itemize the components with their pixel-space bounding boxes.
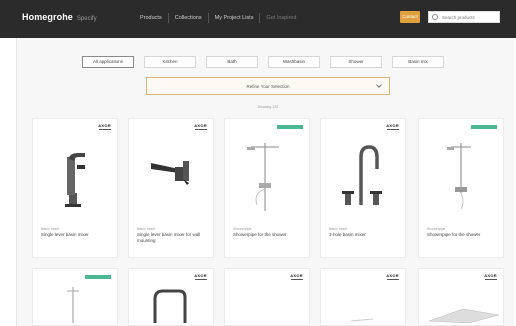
product-category: Basin mixer xyxy=(329,227,348,231)
product-card[interactable]: AXOR Basin mixer Single lever basin mixe… xyxy=(128,118,214,258)
product-category: Basin mixer xyxy=(41,227,60,231)
showerpipe-hand-image xyxy=(447,143,471,210)
tab-washbasin[interactable]: Washbasin xyxy=(268,56,320,68)
product-name: Showerpipe for the shower xyxy=(233,232,287,237)
refine-selection-dropdown[interactable]: Refine Your Selection xyxy=(146,77,390,95)
axor-logo: AXOR xyxy=(484,273,497,280)
axor-logo: AXOR xyxy=(386,273,399,280)
brand-name: Homegrohe xyxy=(22,12,73,22)
tab-bath[interactable]: Bath xyxy=(206,56,258,68)
three-hole-mixer-image xyxy=(342,145,382,205)
product-category: Basin mixer xyxy=(137,227,156,231)
new-badge xyxy=(85,275,111,279)
product-name: Single lever basin mixer for wall mounti… xyxy=(137,232,201,243)
axor-logo: AXOR xyxy=(290,273,303,280)
product-name: 3-hole basin mixer xyxy=(329,232,366,237)
axor-logo: AXOR xyxy=(98,123,111,130)
tab-shower[interactable]: Shower xyxy=(330,56,382,68)
product-category: Showerpipe xyxy=(233,227,252,231)
product-card[interactable]: AXOR xyxy=(418,268,504,326)
new-badge xyxy=(471,125,497,129)
search-icon xyxy=(432,14,438,20)
product-card[interactable]: AXOR xyxy=(224,268,310,326)
tall-spout-image xyxy=(153,289,187,323)
search-input[interactable] xyxy=(442,13,500,21)
axor-logo: AXOR xyxy=(386,123,399,130)
product-name: Single lever basin mixer xyxy=(41,232,89,237)
product-card[interactable]: AXOR Basin mixer 3-hole basin mixer xyxy=(320,118,406,258)
wall-mixer-image xyxy=(151,161,189,185)
search-box[interactable] xyxy=(428,11,500,23)
product-card[interactable]: AXOR Basin mixer Single lever basin mixe… xyxy=(32,118,118,258)
contact-button[interactable]: Contact xyxy=(400,11,420,23)
product-category: Showerpipe xyxy=(427,227,446,231)
refine-selection-label: Refine Your Selection xyxy=(246,83,290,89)
brand[interactable]: Homegrohe Specify xyxy=(22,12,97,22)
tab-basin-mix[interactable]: Basin mix xyxy=(392,56,444,68)
tab-all-applications[interactable]: All applications xyxy=(82,56,134,68)
nav-link-inspired[interactable]: Get Inspired xyxy=(260,13,302,23)
product-card[interactable] xyxy=(32,268,118,326)
showerhead-image xyxy=(67,287,79,323)
nav-link-products[interactable]: Products xyxy=(134,13,169,23)
new-badge xyxy=(277,125,303,129)
brand-sub: Specify xyxy=(76,16,97,22)
axor-logo: AXOR xyxy=(194,123,207,130)
nav-links: Products Collections My Project Lists Ge… xyxy=(134,13,302,23)
top-nav: Homegrohe Specify Products Collections M… xyxy=(0,0,516,38)
nav-link-project-lists[interactable]: My Project Lists xyxy=(209,13,261,23)
basin-mixer-image xyxy=(65,153,85,207)
axor-logo: AXOR xyxy=(194,273,207,280)
product-card[interactable]: Showerpipe Showerpipe for the shower xyxy=(418,118,504,258)
chevron-down-icon xyxy=(376,82,382,88)
product-card[interactable]: AXOR xyxy=(128,268,214,326)
overhead-shower-image xyxy=(428,308,500,323)
product-card[interactable]: AXOR xyxy=(320,268,406,326)
product-card[interactable]: Showerpipe Showerpipe for the shower xyxy=(224,118,310,258)
showerpipe-image xyxy=(247,143,279,211)
nav-link-collections[interactable]: Collections xyxy=(169,13,209,23)
result-count: Showing 120 xyxy=(257,105,279,109)
tab-kitchen[interactable]: Kitchen xyxy=(144,56,196,68)
product-name: Showerpipe for the shower xyxy=(427,232,481,237)
application-tabs: All applications Kitchen Bath Washbasin … xyxy=(82,56,444,68)
product-image xyxy=(350,318,374,322)
